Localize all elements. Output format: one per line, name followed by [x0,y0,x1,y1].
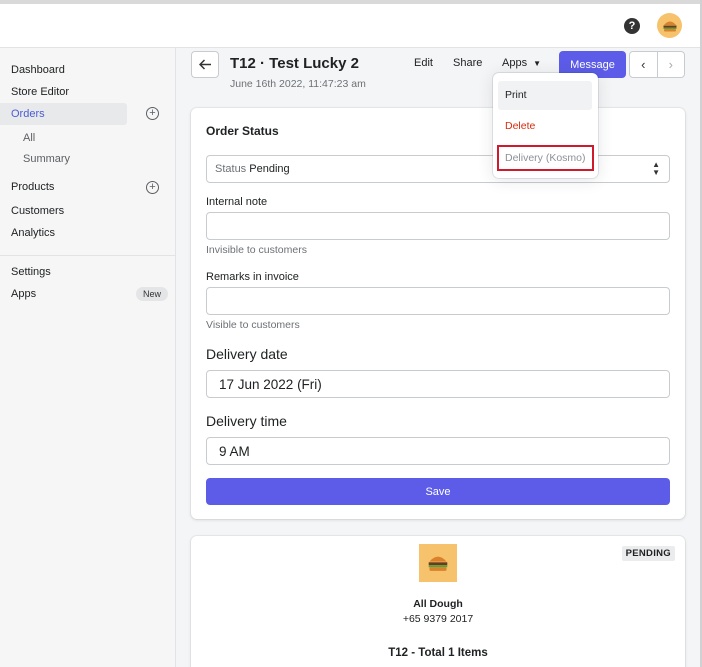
delivery-date-label: Delivery date [206,346,288,362]
sidebar-item-apps[interactable]: Apps [11,288,36,300]
arrow-left-icon [198,59,211,70]
save-button[interactable]: Save [206,478,670,505]
menu-item-delivery-kosmo[interactable]: Delivery (Kosmo) [497,145,594,171]
edit-button[interactable]: Edit [414,57,433,69]
remarks-field[interactable] [206,287,670,315]
order-date: June 16th 2022, 11:47:23 am [230,78,366,90]
delivery-time-label: Delivery time [206,413,287,429]
sidebar-item-store-editor[interactable]: Store Editor [11,86,69,98]
invoice-card: PENDING All Dough +65 9379 2017 T12 - To… [191,536,685,667]
sidebar-item-orders-summary[interactable]: Summary [23,153,70,165]
apps-menu-label: Apps [502,57,528,69]
add-product-icon[interactable]: + [146,181,159,194]
main-content: T12 · Test Lucky 2 June 16th 2022, 11:47… [176,48,700,667]
order-status-card: Order Status Status Pending ▲ ▼ Internal … [191,108,685,519]
remarks-help: Visible to customers [206,319,300,331]
status-select-prefix: Status [215,163,247,175]
share-button[interactable]: Share [453,57,482,69]
delivery-time-field[interactable]: 9 AM [206,437,670,465]
sidebar-divider [0,255,176,256]
add-order-icon[interactable]: + [146,107,159,120]
store-name: All Dough [413,598,463,610]
back-button[interactable] [191,51,219,78]
sidebar-item-settings[interactable]: Settings [11,266,51,278]
sidebar-item-orders-all[interactable]: All [23,132,35,144]
status-select-value: Pending [249,163,290,175]
next-order-icon[interactable]: › [656,52,685,77]
sidebar-item-products[interactable]: Products [11,181,54,193]
status-badge: PENDING [621,546,675,561]
top-bar: ? [0,0,702,48]
delivery-time-value: 9 AM [219,444,250,459]
avatar[interactable] [657,13,682,38]
caret-down-icon: ▼ [533,58,541,68]
internal-note-value [207,213,669,225]
remarks-label: Remarks in invoice [206,271,299,283]
sidebar-item-dashboard[interactable]: Dashboard [11,64,65,76]
store-phone: +65 9379 2017 [402,613,474,625]
sidebar-item-customers[interactable]: Customers [11,205,64,217]
apps-menu-button[interactable]: Apps ▼ [502,57,541,69]
sidebar-item-orders[interactable]: Orders [11,108,45,120]
select-chevrons-icon: ▲ ▼ [652,160,660,177]
status-select[interactable]: Status Pending ▲ ▼ [206,155,670,183]
delivery-date-field[interactable]: 17 Jun 2022 (Fri) [206,370,670,398]
remarks-value [207,288,669,300]
page-title: T12 · Test Lucky 2 [230,55,359,72]
new-badge: New [136,287,169,301]
menu-item-print[interactable]: Print [498,81,592,110]
order-status-title: Order Status [206,124,279,138]
apps-dropdown: Print Delete Delivery (Kosmo) [493,73,598,178]
order-pager: ‹ › [629,51,685,78]
internal-note-field[interactable] [206,212,670,240]
internal-note-help: Invisible to customers [206,244,307,256]
sidebar-item-analytics[interactable]: Analytics [11,227,55,239]
previous-order-icon[interactable]: ‹ [630,52,657,77]
sidebar: Dashboard Store Editor Orders + All Summ… [0,48,176,667]
store-logo [419,544,457,582]
help-icon[interactable]: ? [624,18,640,34]
order-summary: T12 - Total 1 Items [388,647,488,659]
menu-item-delete[interactable]: Delete [498,112,592,141]
burger-icon [428,556,448,571]
burger-icon [663,21,676,31]
internal-note-label: Internal note [206,196,268,208]
delivery-date-value: 17 Jun 2022 (Fri) [219,377,322,392]
